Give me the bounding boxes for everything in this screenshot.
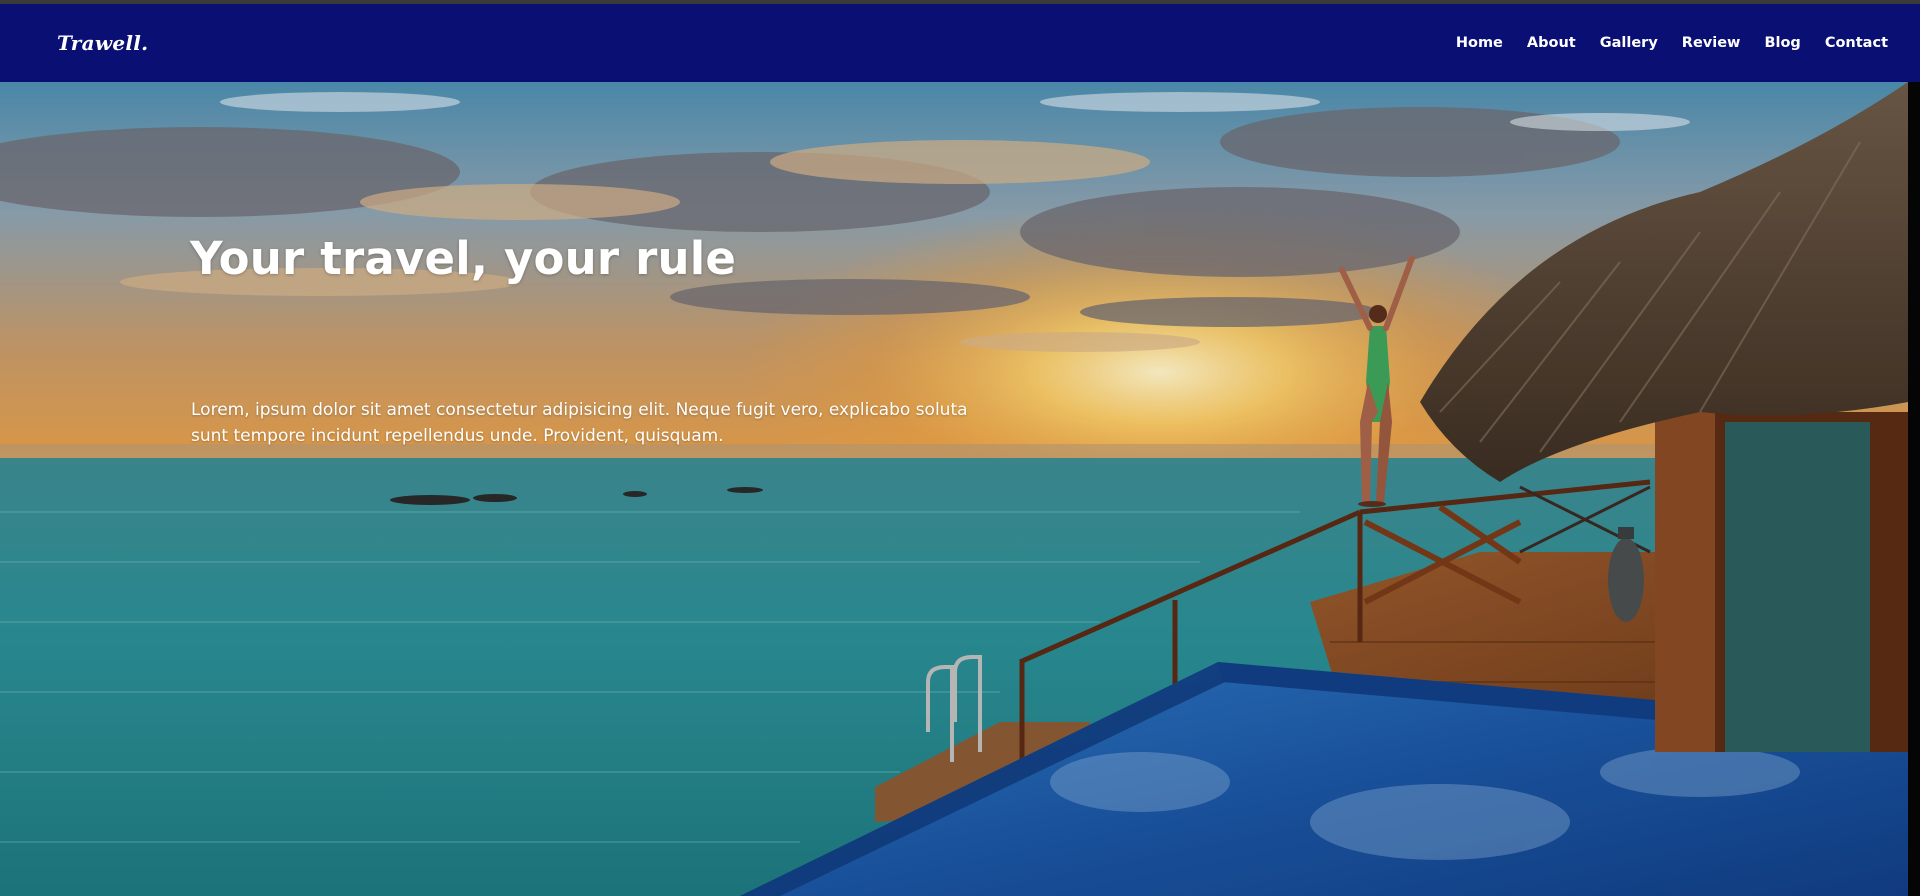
navbar: Trawell. Home About Gallery Review Blog … xyxy=(0,4,1920,82)
nav-menu: Home About Gallery Review Blog Contact xyxy=(1444,35,1900,51)
page-scrollbar-edge xyxy=(1908,82,1920,896)
brand-logo[interactable]: Trawell. xyxy=(57,31,148,55)
nav-link-about[interactable]: About xyxy=(1527,35,1576,51)
nav-link-home[interactable]: Home xyxy=(1456,35,1503,51)
hero-section: Your travel, your rule Lorem, ipsum dolo… xyxy=(0,82,1908,896)
hero-title: Your travel, your rule xyxy=(190,232,737,285)
hero-background-image xyxy=(0,82,1908,896)
hero-description: Lorem, ipsum dolor sit amet consectetur … xyxy=(191,400,968,446)
nav-link-blog[interactable]: Blog xyxy=(1764,35,1800,51)
nav-link-contact[interactable]: Contact xyxy=(1825,35,1888,51)
nav-link-gallery[interactable]: Gallery xyxy=(1600,35,1658,51)
nav-link-review[interactable]: Review xyxy=(1682,35,1741,51)
